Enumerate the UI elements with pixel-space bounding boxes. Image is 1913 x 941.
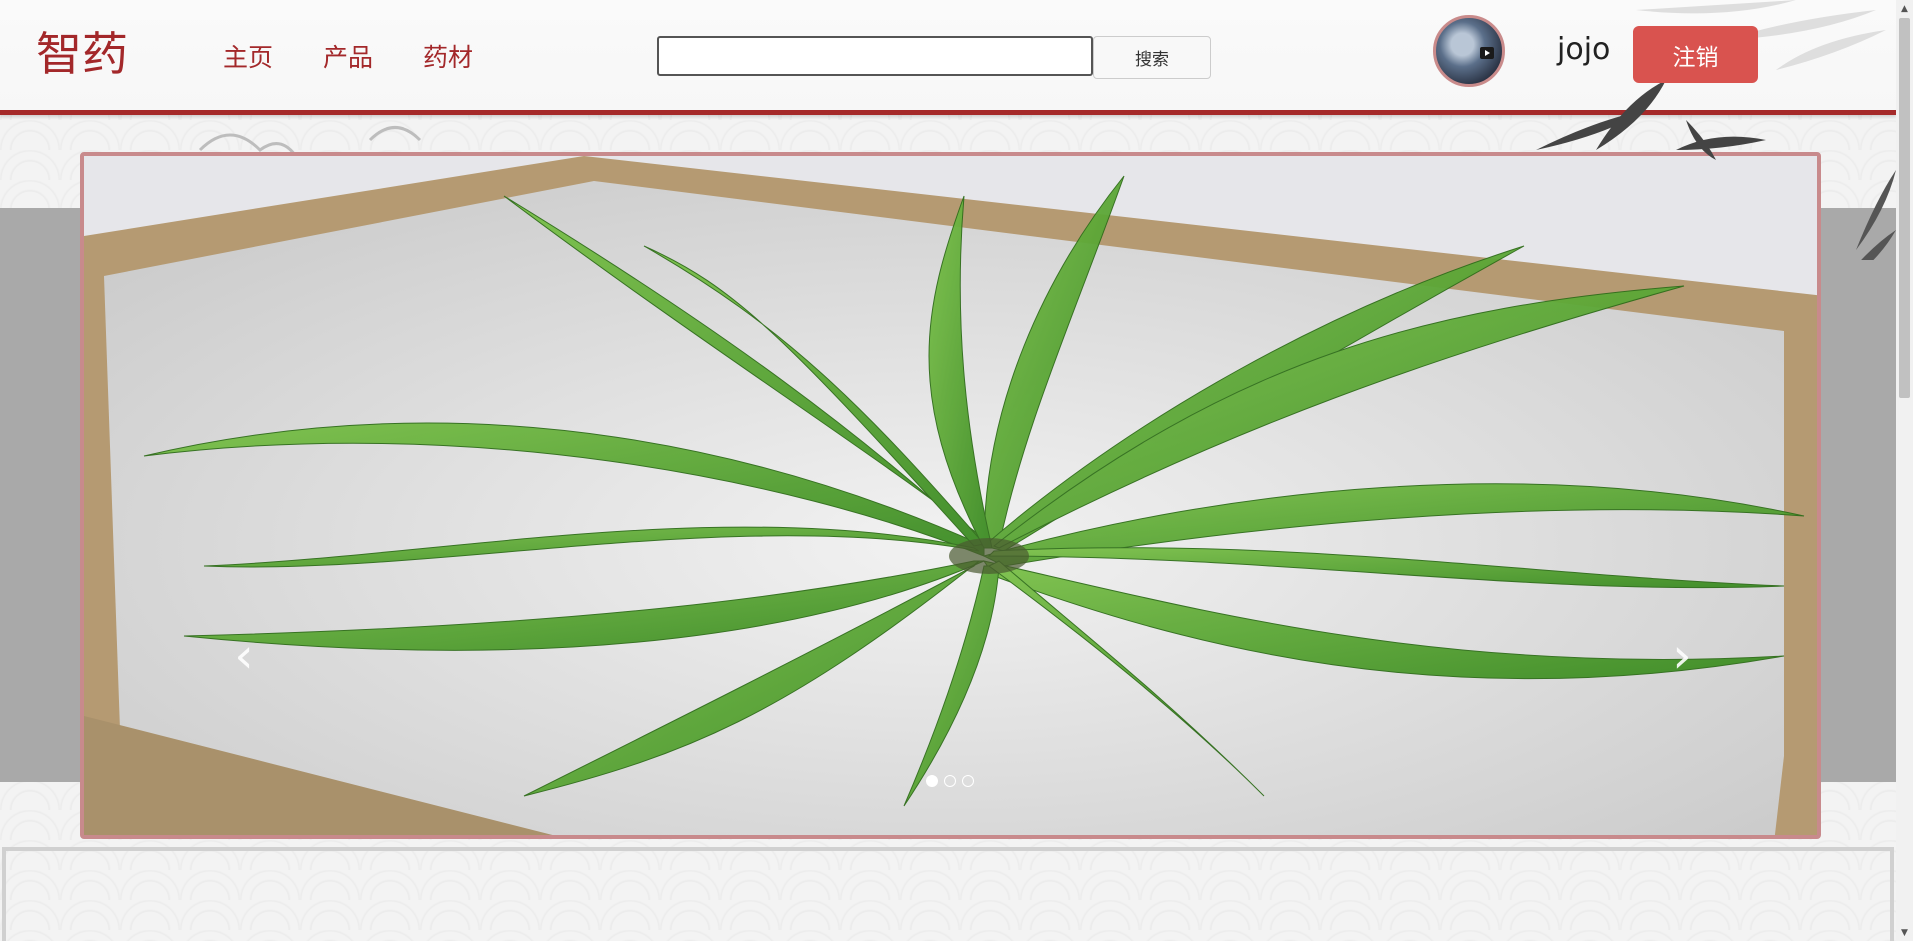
play-icon <box>1480 47 1494 59</box>
carousel-indicator-1[interactable] <box>926 775 938 787</box>
scroll-up-icon[interactable]: ▲ <box>1896 0 1913 17</box>
nav-home-link[interactable]: 主页 <box>223 38 273 74</box>
vertical-scrollbar[interactable]: ▲ ▼ <box>1896 0 1913 941</box>
user-avatar[interactable] <box>1433 15 1505 87</box>
nav-products-link[interactable]: 产品 <box>323 38 373 74</box>
logout-button[interactable]: 注销 <box>1633 26 1758 83</box>
image-carousel[interactable]: ‹ › <box>80 152 1821 839</box>
carousel-slide-image <box>84 156 1817 835</box>
nav-herbs-link[interactable]: 药材 <box>423 38 473 74</box>
scroll-down-icon[interactable]: ▼ <box>1896 924 1913 941</box>
chevron-right-icon[interactable]: › <box>1662 626 1702 686</box>
carousel-indicator-3[interactable] <box>962 775 974 787</box>
chevron-left-icon[interactable]: ‹ <box>224 626 264 686</box>
main-nav: 主页 产品 药材 <box>223 38 473 74</box>
username-label: jojo <box>1557 32 1611 67</box>
carousel-indicators <box>926 775 974 787</box>
site-logo[interactable]: 智药 <box>36 18 128 84</box>
carousel-indicator-2[interactable] <box>944 775 956 787</box>
content-panel <box>2 847 1894 941</box>
search-button[interactable]: 搜索 <box>1093 36 1211 79</box>
page: 智药 主页 产品 药材 搜索 jojo 注销 ‹ › <box>0 0 1896 941</box>
scrollbar-thumb[interactable] <box>1899 18 1910 398</box>
search-input[interactable] <box>657 36 1093 76</box>
top-navbar: 智药 主页 产品 药材 搜索 <box>0 0 1896 115</box>
